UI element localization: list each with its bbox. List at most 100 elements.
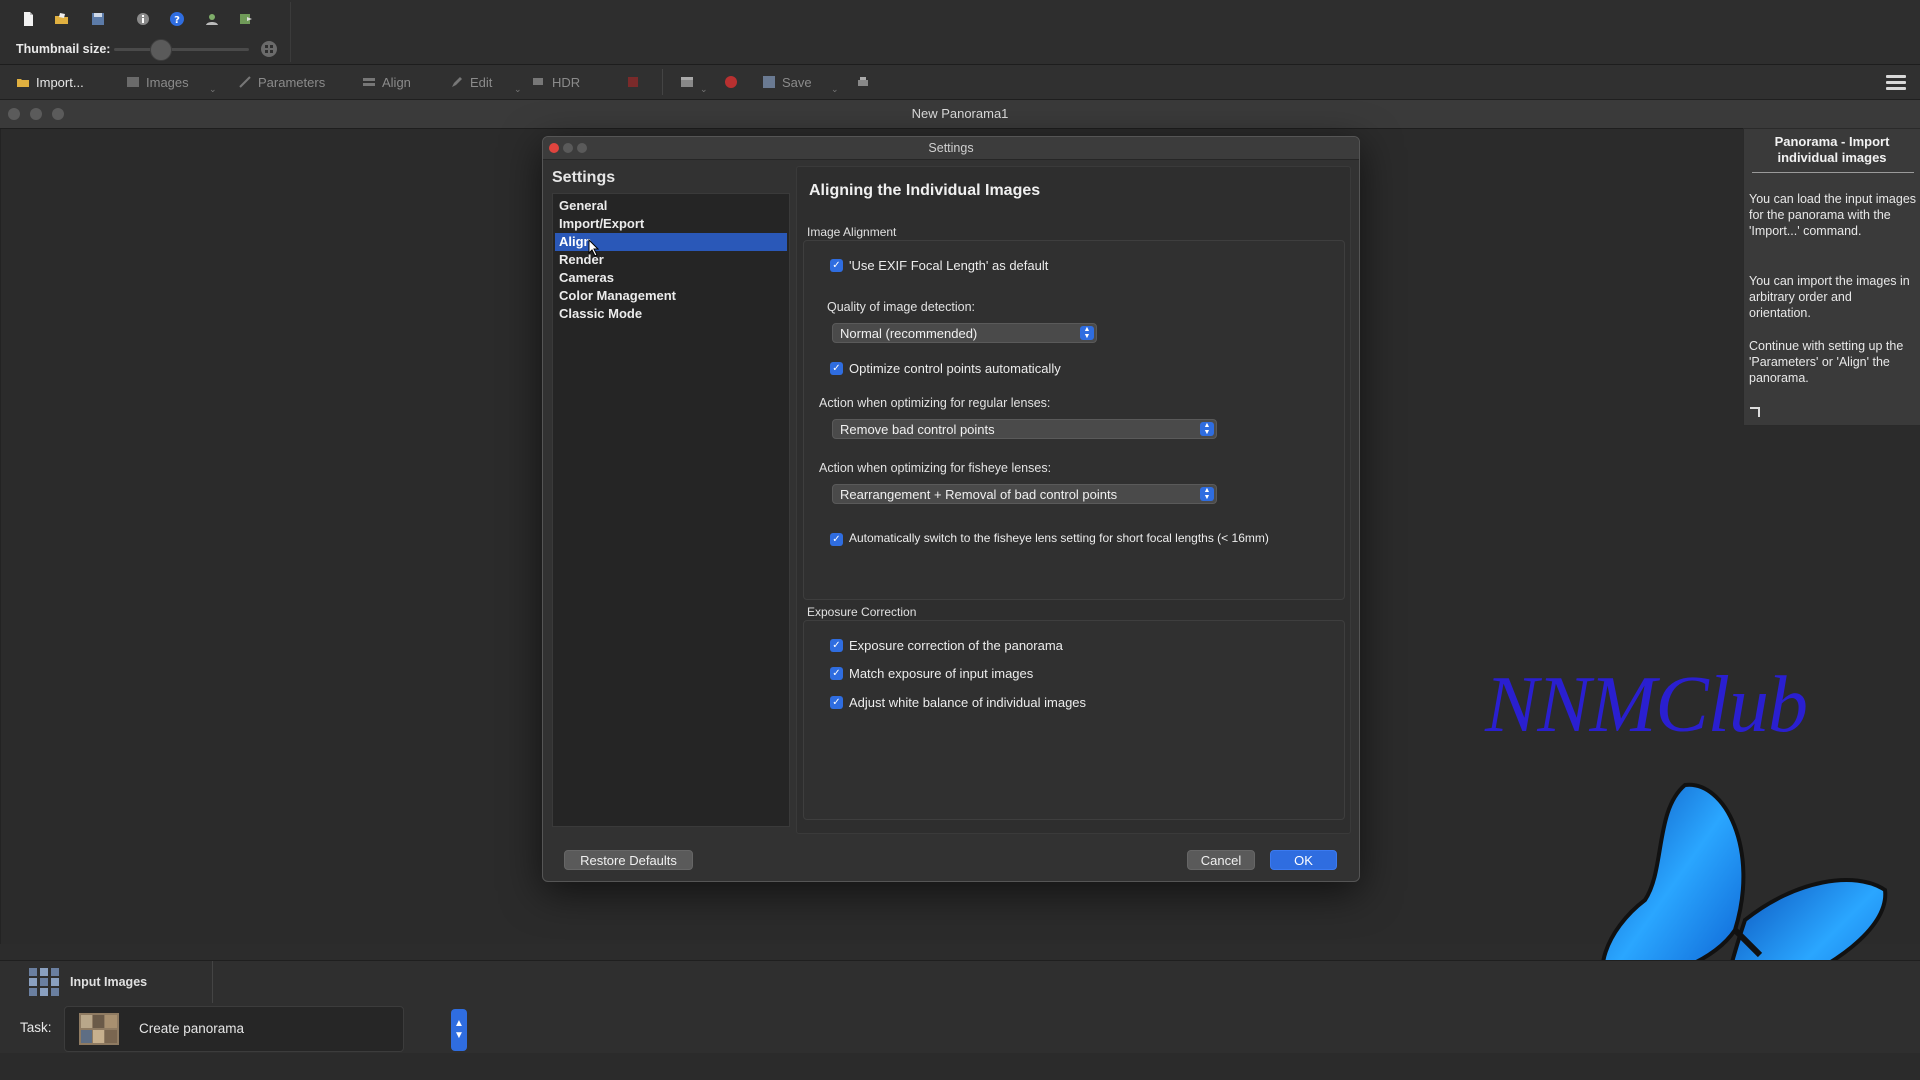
category-cameras[interactable]: Cameras — [555, 269, 787, 287]
auto-fisheye-checkbox[interactable]: ✓ Automatically switch to the fisheye le… — [830, 531, 1270, 546]
match-exposure-label: Match exposure of input images — [849, 666, 1034, 681]
help-divider — [1752, 172, 1914, 173]
category-classic-mode[interactable]: Classic Mode — [555, 305, 787, 323]
cancel-button[interactable]: Cancel — [1187, 850, 1255, 870]
category-import-export[interactable]: Import/Export — [555, 215, 787, 233]
parameters-label: Parameters — [258, 74, 326, 90]
help-icon[interactable]: ? — [168, 10, 186, 28]
exposure-group: ✓ Exposure correction of the panorama ✓ … — [803, 620, 1345, 820]
svg-text:?: ? — [174, 15, 180, 26]
stop-button[interactable] — [626, 73, 640, 91]
save-button[interactable]: Save — [762, 73, 812, 91]
use-exif-label: 'Use EXIF Focal Length' as default — [849, 258, 1049, 273]
save-dropdown-icon[interactable]: ⌄ — [831, 85, 839, 94]
settings-content-pane: Aligning the Individual Images Image Ali… — [796, 166, 1351, 834]
info-icon[interactable] — [134, 10, 152, 28]
optimize-control-points-checkbox[interactable]: ✓ Optimize control points automatically — [830, 361, 1061, 376]
category-general[interactable]: General — [555, 197, 787, 215]
category-list: General Import/Export Align Render Camer… — [552, 193, 790, 827]
align-button[interactable]: Align — [362, 73, 411, 91]
task-label: Task: — [20, 1020, 52, 1035]
task-stepper-icon[interactable]: ▲ ▼ — [451, 1009, 467, 1051]
thumbnail-size-label: Thumbnail size: — [16, 42, 111, 56]
section-title: Aligning the Individual Images — [809, 182, 1041, 199]
checkmark-icon: ✓ — [830, 639, 843, 652]
separator — [662, 69, 663, 95]
layout-icon — [681, 77, 693, 87]
settings-dialog: Settings Settings General Import/Export … — [542, 136, 1360, 882]
ok-button[interactable]: OK — [1270, 850, 1337, 870]
restore-defaults-button[interactable]: Restore Defaults — [564, 850, 693, 870]
task-select[interactable]: Create panorama ▲ ▼ — [64, 1006, 467, 1052]
print-icon — [858, 77, 868, 86]
help-title: Panorama - Import individual images — [1774, 134, 1890, 165]
images-button[interactable]: Images — [126, 73, 189, 91]
auto-fisheye-label: Automatically switch to the fisheye lens… — [849, 531, 1269, 545]
document-titlebar: New Panorama1 — [0, 100, 1920, 129]
edit-button[interactable]: Edit — [450, 73, 492, 91]
top-toolbar: ? Thumbnail size: — [0, 0, 1920, 65]
thumbnail-slider-knob[interactable] — [150, 39, 173, 61]
edit-label: Edit — [470, 74, 493, 90]
export-icon[interactable] — [237, 10, 255, 28]
settings-heading: Settings — [552, 169, 616, 186]
user-icon[interactable] — [203, 10, 221, 28]
status-bar — [0, 1053, 1920, 1080]
edit-dropdown-icon[interactable]: ⌄ — [514, 85, 522, 94]
checkmark-icon: ✓ — [830, 533, 843, 546]
hdr-icon — [533, 78, 543, 85]
mouse-cursor-icon — [588, 239, 600, 257]
fisheye-lenses-select[interactable]: Rearrangement + Removal of bad control p… — [832, 484, 1217, 504]
grid-view-icon[interactable] — [261, 41, 277, 57]
white-balance-checkbox[interactable]: ✓ Adjust white balance of individual ima… — [830, 695, 1086, 710]
images-icon — [127, 77, 139, 87]
select-arrows-icon: ▲ ▼ — [1200, 422, 1214, 436]
resize-corner-icon[interactable] — [1750, 407, 1760, 417]
help-paragraph: Continue with setting up the 'Parameters… — [1749, 339, 1904, 385]
exposure-panorama-checkbox[interactable]: ✓ Exposure correction of the panorama — [830, 638, 1063, 653]
images-dropdown-icon[interactable]: ⌄ — [209, 85, 217, 94]
record-icon — [725, 76, 737, 88]
dialog-titlebar: Settings — [543, 137, 1359, 160]
tab-label: Input Images — [70, 975, 148, 989]
open-folder-icon[interactable] — [53, 10, 71, 28]
view-tab-bar: Input Images — [0, 960, 1920, 1004]
checkmark-icon: ✓ — [830, 362, 843, 375]
use-exif-checkbox[interactable]: ✓ 'Use EXIF Focal Length' as default — [830, 258, 1048, 273]
import-button[interactable]: Import... — [16, 73, 84, 91]
image-alignment-group-label: Image Alignment — [807, 225, 897, 239]
new-document-icon[interactable] — [19, 10, 37, 28]
quality-select[interactable]: Normal (recommended) ▲ ▼ — [832, 323, 1097, 343]
regular-lenses-label: Action when optimizing for regular lense… — [819, 396, 1051, 410]
optimize-control-points-label: Optimize control points automatically — [849, 361, 1061, 376]
quality-select-value: Normal (recommended) — [840, 326, 978, 341]
layout-dropdown-icon[interactable]: ⌄ — [700, 85, 708, 94]
stop-icon — [628, 77, 638, 87]
layout-button[interactable] — [680, 73, 694, 91]
parameters-button[interactable]: Parameters — [238, 73, 325, 91]
exposure-group-label: Exposure Correction — [807, 605, 917, 619]
select-arrows-icon: ▲ ▼ — [1080, 326, 1094, 340]
watermark-text: NNMClub — [1485, 661, 1808, 749]
workflow-bar: Import... Images ⌄ Parameters Align Edit… — [0, 65, 1920, 100]
record-button[interactable] — [724, 73, 738, 91]
menu-hamburger-icon[interactable] — [1886, 73, 1906, 91]
hdr-button[interactable]: HDR — [532, 73, 580, 91]
hdr-label: HDR — [552, 74, 581, 90]
fisheye-lenses-label: Action when optimizing for fisheye lense… — [819, 461, 1052, 475]
help-paragraph: You can load the input images for the pa… — [1749, 192, 1917, 238]
regular-lenses-select[interactable]: Remove bad control points ▲ ▼ — [832, 419, 1217, 439]
match-exposure-checkbox[interactable]: ✓ Match exposure of input images — [830, 666, 1033, 681]
checkmark-icon: ✓ — [830, 696, 843, 709]
toolbar-group: ? Thumbnail size: — [4, 2, 291, 62]
save-label: Save — [782, 74, 812, 90]
import-icon — [17, 79, 29, 87]
import-label: Import... — [36, 74, 84, 90]
category-color-management[interactable]: Color Management — [555, 287, 787, 305]
thumbnail-size-slider[interactable] — [114, 48, 249, 51]
save-disk-icon[interactable] — [89, 10, 107, 28]
tab-input-images[interactable]: Input Images — [12, 961, 213, 1003]
white-balance-label: Adjust white balance of individual image… — [849, 695, 1087, 710]
dialog-title: Settings — [928, 141, 974, 155]
print-button[interactable] — [856, 73, 870, 91]
